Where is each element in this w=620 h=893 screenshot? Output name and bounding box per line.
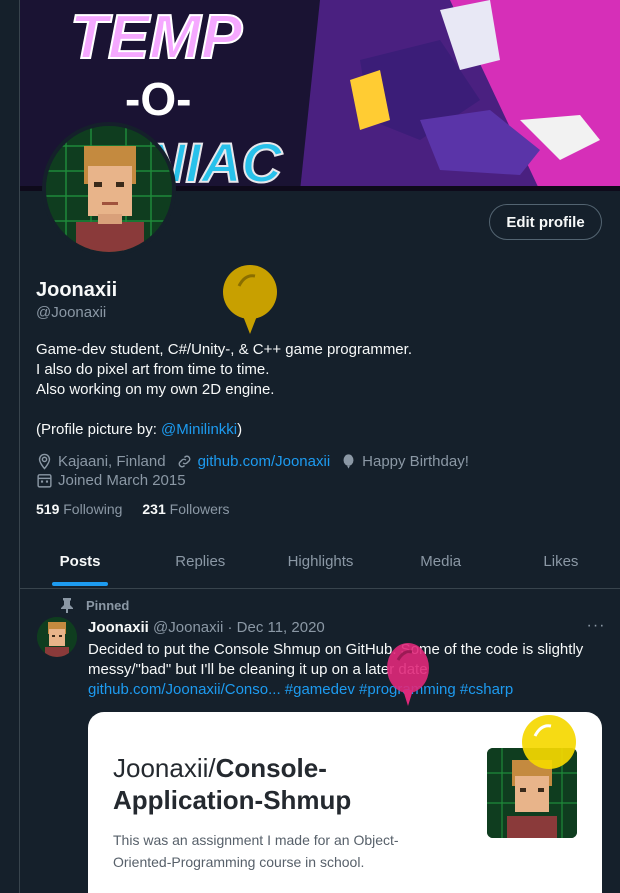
link-preview-card[interactable]: Joonaxii/Console-Application-Shmup This … (88, 712, 602, 893)
profile-handle: @Joonaxii (36, 304, 107, 321)
tweet-text: Decided to put the Console Shmup on GitH… (88, 640, 608, 700)
card-title: Joonaxii/Console-Application-Shmup (113, 752, 463, 816)
bio-line: I also do pixel art from time to time. (36, 361, 270, 378)
birthday-balloon-icon (522, 715, 576, 769)
credit-suffix: ) (237, 421, 243, 438)
card-description: This was an assignment I made for an Obj… (113, 832, 399, 870)
pinned-indicator: Pinned (60, 597, 129, 613)
tab-media[interactable]: Media (381, 539, 501, 588)
bio-line: Game-dev student, C#/Unity-, & C++ game … (36, 341, 412, 358)
profile-website[interactable]: github.com/Joonaxii (176, 453, 331, 470)
hashtag-link[interactable]: #csharp (460, 681, 513, 698)
joined-text: Joined March 2015 (58, 471, 186, 489)
profile-column: TEMP -O- MANIAC Edit profile Joonaxii @ (19, 0, 620, 893)
following-label: Following (63, 501, 123, 517)
tab-highlights[interactable]: Highlights (260, 539, 380, 588)
birthday-balloon-icon (387, 643, 429, 706)
followers-count: 231 (142, 501, 166, 517)
tweet-link[interactable]: github.com/Joonaxii/Conso... (88, 681, 281, 698)
website-link[interactable]: github.com/Joonaxii (198, 453, 331, 470)
profile-tabs: Posts Replies Highlights Media Likes (20, 539, 620, 589)
profile-joined: Joined March 2015 (36, 472, 186, 489)
tab-replies[interactable]: Replies (140, 539, 260, 588)
tweet-more-button[interactable]: ··· (584, 617, 608, 639)
following-count: 519 (36, 501, 60, 517)
profile-meta: Kajaani, Finland github.com/Joonaxii Hap… (36, 452, 479, 490)
link-icon (178, 455, 190, 467)
tweet-author[interactable]: Joonaxii (88, 619, 149, 636)
follow-stats: 519 Following 231 Followers (36, 501, 250, 517)
profile-name: Joonaxii (36, 279, 118, 301)
bio-line: Also working on my own 2D engine. (36, 381, 275, 398)
bio-credit-line: (Profile picture by: @Minilinkki) (36, 420, 596, 440)
card-owner: Joonaxii/ (113, 753, 216, 783)
tab-posts[interactable]: Posts (20, 539, 140, 588)
tab-likes[interactable]: Likes (501, 539, 620, 588)
banner-title-line1: TEMP (70, 3, 243, 72)
profile-location: Kajaani, Finland (36, 453, 166, 470)
tweet-date[interactable]: Dec 11, 2020 (237, 619, 325, 636)
hashtag-link[interactable]: #gamedev (285, 681, 355, 698)
profile-birthday: Happy Birthday! (340, 453, 469, 470)
profile-avatar[interactable] (42, 122, 176, 256)
birthday-text: Happy Birthday! (362, 452, 469, 470)
edit-profile-button[interactable]: Edit profile (489, 204, 602, 240)
credit-prefix: (Profile picture by: (36, 421, 162, 438)
location-text: Kajaani, Finland (58, 452, 166, 470)
tweet-header: Joonaxii @Joonaxii · Dec 11, 2020 (88, 619, 325, 636)
calendar-icon (37, 473, 52, 488)
credit-mention-link[interactable]: @Minilinkki (161, 421, 237, 438)
profile-bio: Game-dev student, C#/Unity-, & C++ game … (36, 340, 596, 440)
tweet-avatar[interactable] (37, 617, 77, 657)
balloon-icon (343, 453, 354, 469)
pin-icon (61, 598, 73, 613)
birthday-balloon-icon (223, 265, 277, 334)
location-icon (38, 453, 51, 470)
tweet-body: Decided to put the Console Shmup on GitH… (88, 641, 584, 678)
tweet-handle[interactable]: @Joonaxii (153, 619, 223, 636)
followers-label: Followers (169, 501, 230, 517)
avatar-image (46, 126, 172, 252)
avatar-image (37, 617, 77, 657)
banner-title-line2: -O- (125, 73, 191, 125)
following-link[interactable]: 519 Following (36, 501, 122, 517)
pinned-label: Pinned (86, 597, 130, 613)
followers-link[interactable]: 231 Followers (142, 501, 229, 517)
tweet-separator: · (227, 619, 233, 636)
bio-spacer (36, 400, 596, 420)
